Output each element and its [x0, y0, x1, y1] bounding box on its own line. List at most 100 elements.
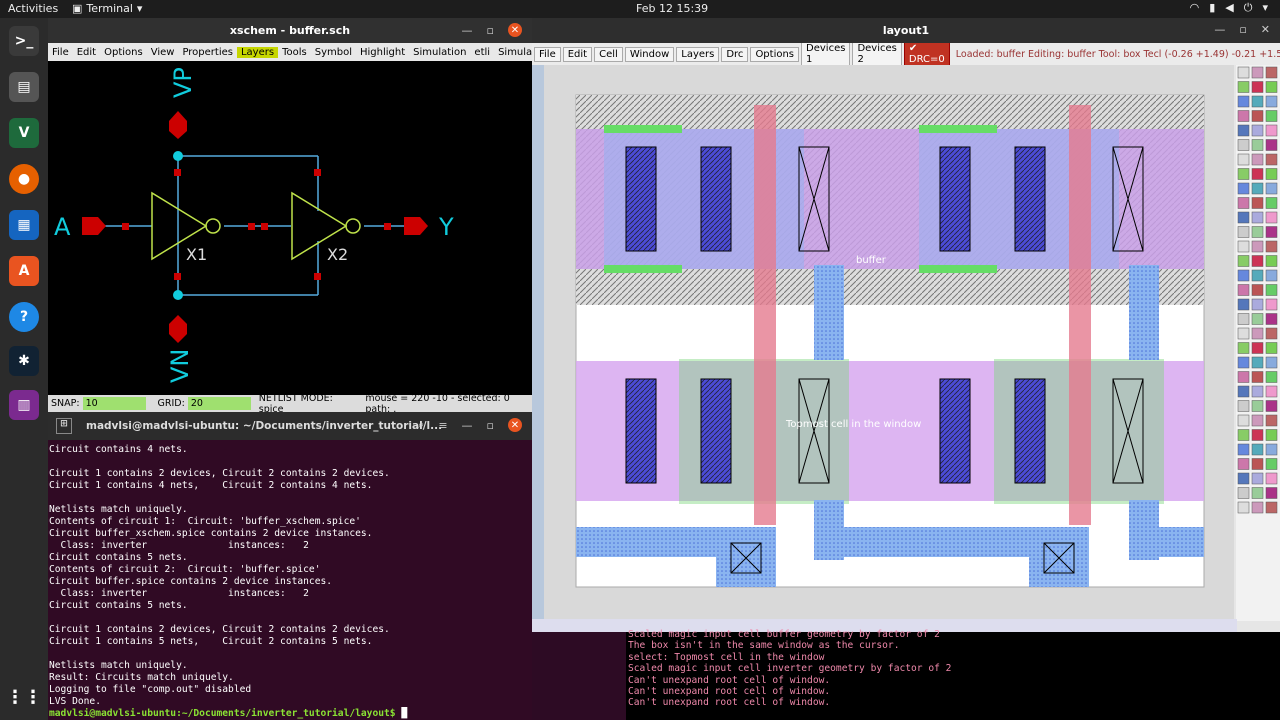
grid-label: GRID: — [157, 398, 185, 409]
layout-canvas[interactable]: buffer Topmost cell in the window — [544, 65, 1234, 621]
wifi-icon: ◠ — [1189, 1, 1200, 14]
magic-layout-window: layout1 — ▫ ✕ File Edit Cell Window Layers Drc O… — [532, 18, 1280, 632]
terminal-output[interactable]: Circuit contains 4 nets. Circuit 1 conta… — [48, 440, 532, 720]
layout-menubar: File Edit Cell Window Layers Drc Options Device… — [532, 41, 1280, 67]
close-icon[interactable]: ✕ — [1261, 23, 1270, 36]
inverter-x1-bubble — [205, 218, 221, 234]
menu-item-options[interactable]: Options — [750, 46, 800, 62]
menu-item-file[interactable]: File — [48, 47, 73, 58]
inverter-x2-bubble — [345, 218, 361, 234]
menu-item-window[interactable]: Window — [624, 46, 675, 62]
menu-item-drc[interactable]: Drc — [721, 46, 749, 62]
console-output: Scaled magic input cell buffer geometry … — [628, 629, 952, 709]
menu-item-highlight[interactable]: Highlight — [356, 47, 409, 58]
grid-field[interactable]: 20 — [187, 397, 251, 410]
xschem-window: xschem - buffer.sch — ▫ ✕ File Edit Options V… — [48, 18, 614, 415]
app-menu[interactable]: ▣ Terminal ▾ — [72, 2, 142, 15]
app-name: Terminal — [86, 2, 133, 15]
files-dock-icon[interactable]: ▤ — [9, 72, 39, 102]
schematic-canvas[interactable]: VP VN A Y X1 X2 — [48, 61, 532, 395]
xschem-menubar: File Edit Options View Properties Layers Tools… — [48, 43, 614, 61]
maximize-icon[interactable]: ▫ — [487, 24, 494, 37]
xschem-dock-icon[interactable]: ✱ — [9, 346, 39, 376]
x2-label: X2 — [327, 245, 348, 264]
poly-gate — [1069, 105, 1091, 525]
a-label: A — [54, 213, 71, 241]
show-apps-icon[interactable]: ⋮⋮ — [6, 682, 42, 712]
cursor: █ — [401, 708, 408, 719]
vim-dock-icon[interactable]: V — [9, 118, 39, 148]
a-pin — [82, 217, 106, 235]
menu-item-cell[interactable]: Cell — [594, 46, 623, 62]
snap-field[interactable]: 10 — [82, 397, 146, 410]
software-dock-icon[interactable]: A — [9, 256, 39, 286]
chevron-down-icon: ▾ — [1262, 1, 1268, 14]
terminal-window: ⊞ madvlsi@madvlsi-ubuntu: ~/Documents/in… — [48, 412, 532, 720]
power-icon: ⏻ — [1243, 1, 1253, 14]
junction — [173, 151, 183, 161]
xschem-statusbar: SNAP: 10 GRID: 20 NETLIST MODE: spice mous… — [48, 393, 532, 415]
menu-item-symbol[interactable]: Symbol — [311, 47, 356, 58]
activities-button[interactable]: Activities — [8, 2, 58, 15]
x1-label: X1 — [186, 245, 207, 264]
top-bar: Activities ▣ Terminal ▾ Feb 12 15:39 ◠ ▮ ◀ ⏻ ▾ — [0, 0, 1280, 18]
y-label: Y — [438, 213, 454, 241]
terminal-titlebar[interactable]: ⊞ madvlsi@madvlsi-ubuntu: ~/Documents/in… — [48, 412, 532, 440]
dock: >_ ▤ V ● ▦ A ? ✱ ▥ ⋮⋮ — [0, 18, 48, 720]
poly-gate — [754, 105, 776, 525]
maximize-icon[interactable]: ▫ — [1239, 23, 1246, 36]
menu-item-devices-2[interactable]: Devices 2 — [852, 41, 902, 67]
y-pin — [404, 217, 428, 235]
snap-label: SNAP: — [51, 398, 80, 409]
maximize-icon[interactable]: ▫ — [487, 419, 494, 432]
shell-prompt: madvlsi@madvlsi-ubuntu:~/Documents/inver… — [49, 708, 402, 719]
menu-icon[interactable]: ≡ — [438, 419, 447, 432]
new-tab-icon[interactable]: ⊞ — [56, 418, 72, 434]
close-icon[interactable]: ✕ — [508, 23, 522, 37]
drc-indicator[interactable]: ✔ DRC=0 — [903, 41, 950, 67]
volume-icon: ◀ — [1225, 1, 1234, 14]
layer-palette[interactable] — [1236, 65, 1280, 621]
minimize-icon[interactable]: — — [462, 24, 473, 37]
vertical-scrollbar[interactable] — [532, 65, 544, 621]
layout-status: Loaded: buffer Editing: buffer Tool: box… — [955, 48, 1280, 60]
terminal-dock-icon[interactable]: >_ — [9, 26, 39, 56]
menu-item-file[interactable]: File — [534, 46, 561, 62]
menu-item-simulation[interactable]: Simulation — [409, 47, 470, 58]
magic-dock-icon[interactable]: ▥ — [9, 390, 39, 420]
firefox-dock-icon[interactable]: ● — [9, 164, 39, 194]
cell-label: buffer — [856, 255, 887, 266]
menu-item-tools[interactable]: Tools — [278, 47, 311, 58]
minimize-icon[interactable]: — — [462, 419, 473, 432]
vp-label: VP — [169, 67, 197, 98]
menu-item-view[interactable]: View — [147, 47, 179, 58]
menu-item-layers[interactable]: Layers — [676, 46, 720, 62]
window-title: layout1 — [882, 24, 930, 37]
vn-label: VN — [166, 349, 194, 383]
menu-item-properties[interactable]: Properties — [178, 47, 237, 58]
system-tray[interactable]: ◠ ▮ ◀ ⏻ ▾ — [1190, 1, 1268, 15]
chevron-down-icon: ▾ — [136, 2, 143, 15]
minimize-icon[interactable]: — — [1214, 23, 1225, 36]
clock[interactable]: Feb 12 15:39 — [636, 2, 708, 15]
menu-item-devices-1[interactable]: Devices 1 — [801, 41, 851, 67]
terminal-title: madvlsi@madvlsi-ubuntu: ~/Documents/inve… — [86, 420, 443, 432]
menu-item-etli[interactable]: etli — [470, 47, 494, 58]
menu-item-edit[interactable]: Edit — [562, 46, 593, 62]
magic-console[interactable]: Scaled magic input cell buffer geometry … — [532, 629, 1280, 720]
menu-item-edit[interactable]: Edit — [73, 47, 100, 58]
layout-titlebar[interactable]: layout1 — ▫ ✕ — [532, 18, 1280, 43]
menu-item-options[interactable]: Options — [100, 47, 147, 58]
terminal-icon: ▣ — [72, 2, 83, 15]
vp-pin — [169, 111, 187, 139]
help-dock-icon[interactable]: ? — [9, 302, 39, 332]
vn-pin — [169, 315, 187, 343]
close-icon[interactable]: ✕ — [508, 418, 522, 432]
junction — [173, 290, 183, 300]
menu-item-layers[interactable]: Layers — [236, 46, 279, 58]
window-title: xschem - buffer.sch — [229, 24, 351, 37]
search-icon[interactable]: ⌕ — [418, 418, 424, 432]
xschem-titlebar[interactable]: xschem - buffer.sch — ▫ ✕ — [48, 18, 532, 43]
writer-dock-icon[interactable]: ▦ — [9, 210, 39, 240]
topmost-cell-label: Topmost cell in the window — [785, 419, 921, 430]
